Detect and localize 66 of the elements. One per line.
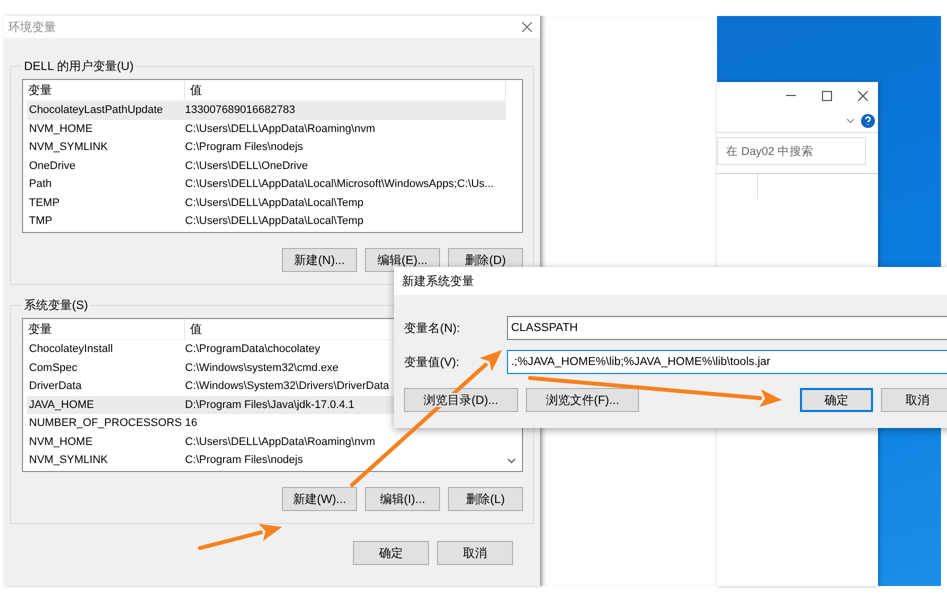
close-icon[interactable]: [522, 22, 532, 32]
scroll-down-icon[interactable]: [507, 458, 516, 464]
variable-name: NVM_HOME: [28, 122, 94, 135]
list-row[interactable]: OneDrive C:\Users\DELL\OneDrive: [27, 156, 506, 175]
dialog-button[interactable]: 取消: [880, 388, 947, 412]
dialog-button[interactable]: 确定: [800, 388, 873, 412]
variable-name: NVM_SYMLINK: [28, 454, 109, 466]
dialog-button[interactable]: 编辑(I)...: [365, 487, 440, 511]
variable-name: JAVA_HOME: [28, 398, 95, 411]
window-title: 环境变量: [8, 18, 56, 36]
section-title: DELL 的用户变量(U): [23, 58, 135, 75]
variable-value: C:\Users\DELL\AppData\Local\Microsoft\WindowsApps;C:\Us...: [184, 178, 494, 190]
variable-name: ChocolateyInstall: [28, 343, 114, 356]
variable-value: C:\Users\DELL\OneDrive: [184, 160, 308, 172]
variable-name: DriverData: [28, 380, 83, 392]
variable-name: NVM_HOME: [28, 436, 94, 448]
variable-name: ChocolateyLastPathUpdate: [28, 104, 164, 116]
variable-value: C:\Program Files\nodejs: [184, 454, 303, 466]
dialog-button[interactable]: 确定: [353, 541, 429, 565]
dialog-button[interactable]: 新建(W)...: [282, 487, 357, 511]
dialog-button[interactable]: 浏览文件(F)...: [526, 388, 640, 412]
variable-name: TMP: [28, 215, 54, 228]
list-row[interactable]: ChocolateyLastPathUpdate 133007689016682783: [27, 101, 506, 120]
list-row[interactable]: NVM_HOME C:\Users\DELL\AppData\Roaming\nvm: [27, 432, 506, 451]
variable-value: C:\Users\DELL\AppData\Local\Temp: [184, 215, 364, 228]
list-row[interactable]: NVM_HOME C:\Users\DELL\AppData\Roaming\nvm: [27, 120, 506, 138]
variable-value: C:\Windows\system32\cmd.exe: [184, 362, 338, 374]
dialog-button[interactable]: 浏览目录(D)...: [404, 388, 518, 412]
chevron-down-icon[interactable]: [846, 118, 855, 124]
variable-value: 16: [184, 417, 198, 430]
input-field[interactable]: CLASSPATH: [507, 316, 947, 340]
field-label: 变量名(N):: [404, 320, 461, 336]
dialog-button[interactable]: 删除(L): [448, 487, 523, 511]
variable-value: C:\Users\DELL\AppData\Roaming\nvm: [184, 436, 376, 448]
variable-value: C:\Users\DELL\AppData\Local\Temp: [184, 196, 364, 209]
close-icon[interactable]: [858, 91, 868, 101]
variable-name: Path: [28, 178, 53, 190]
input-field[interactable]: .;%JAVA_HOME%\lib;%JAVA_HOME%\lib\tools.jar: [507, 350, 947, 374]
column-header[interactable]: 变量: [23, 319, 185, 339]
variable-value: C:\Windows\System32\Drivers\DriverData: [184, 380, 390, 392]
list-row[interactable]: TEMP C:\Users\DELL\AppData\Local\Temp: [27, 194, 506, 212]
list-row[interactable]: Path C:\Users\DELL\AppData\Local\Microsoft\WindowsApps;C:\Us...: [27, 175, 506, 194]
variable-value: C:\Program Files\nodejs: [184, 141, 303, 154]
window-title: 新建系统变量: [402, 272, 474, 290]
variable-value: C:\Users\DELL\AppData\Roaming\nvm: [184, 122, 376, 135]
list-row[interactable]: NVM_SYMLINK C:\Program Files\nodejs: [27, 451, 506, 470]
variable-value: D:\Program Files\Java\jdk-17.0.4.1: [184, 398, 354, 411]
help-icon[interactable]: [861, 114, 875, 128]
field-label: 变量值(V):: [404, 354, 460, 370]
column-header[interactable]: 值: [185, 80, 506, 100]
list-row[interactable]: NVM_SYMLINK C:\Program Files\nodejs: [27, 138, 506, 156]
maximize-icon[interactable]: [822, 91, 832, 101]
section-title: 系统变量(S): [23, 297, 89, 314]
variable-name: NUMBER_OF_PROCESSORS: [28, 417, 183, 430]
variable-name: OneDrive: [28, 160, 76, 172]
column-header[interactable]: 变量: [23, 80, 185, 100]
variable-value: C:\ProgramData\chocolatey: [184, 343, 320, 356]
variable-name: ComSpec: [28, 362, 78, 374]
dialog-button[interactable]: 取消: [437, 541, 513, 565]
variable-name: NVM_SYMLINK: [28, 141, 109, 154]
variable-value: 133007689016682783: [184, 104, 296, 116]
dialog-button[interactable]: 新建(N)...: [282, 248, 357, 272]
variable-name: TEMP: [28, 196, 61, 209]
search-field[interactable]: 在 Day02 中搜索: [717, 137, 866, 165]
list-row[interactable]: TMP C:\Users\DELL\AppData\Local\Temp: [27, 212, 506, 230]
minimize-icon[interactable]: [786, 95, 796, 97]
